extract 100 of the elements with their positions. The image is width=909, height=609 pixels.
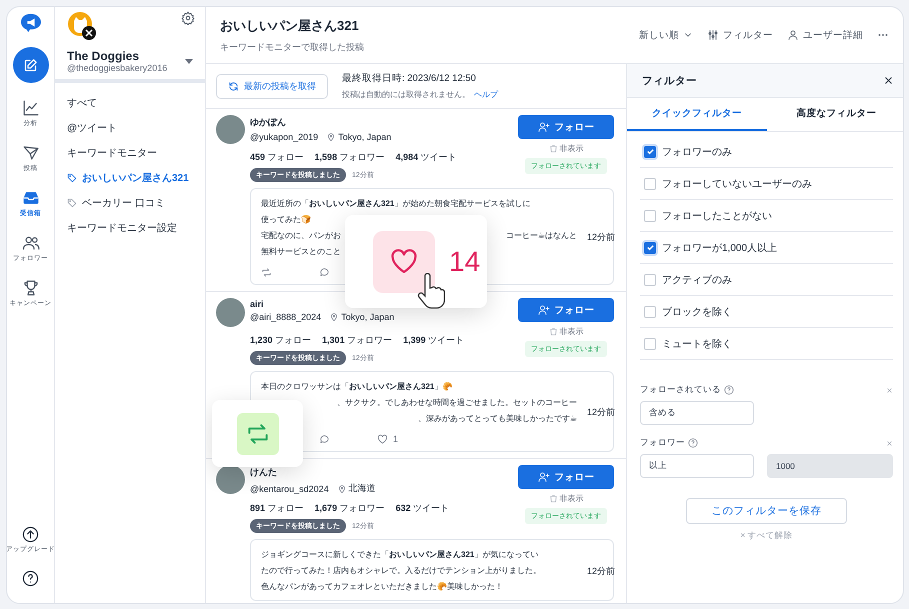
filter-tab[interactable]: クイックフィルター (627, 98, 766, 131)
last-fetched-text: 最終取得日時: 2023/6/12 12:50 (342, 72, 477, 85)
inbox-tray-icon (22, 189, 40, 207)
user-location: 北海道 (348, 482, 376, 495)
close-icon (883, 75, 894, 86)
user-stat: 632 ツイート (396, 502, 450, 515)
user-handle: @kentarou_sd2024 (250, 484, 329, 494)
user-stat: 891 フォロー (250, 502, 304, 515)
sort-button[interactable]: 新しい順 (639, 28, 693, 42)
page-title: おいしいパン屋さん321 (220, 16, 360, 34)
avatar-photo (216, 465, 245, 494)
like-button[interactable]: 1 (377, 434, 435, 444)
user-stat: 4,984 ツイート (396, 151, 457, 164)
sliders-icon (707, 29, 719, 41)
panel-title: フィルター (642, 74, 697, 88)
checkmark-icon (646, 243, 654, 252)
post-text: 使ってみた🍞 (261, 214, 311, 226)
page-subtitle: キーワードモニターで取得した投稿 (220, 40, 364, 54)
dropdown-caret-icon[interactable] (185, 59, 193, 64)
checkbox-label: フォローしていないユーザーのみ (662, 178, 812, 190)
follow-button[interactable]: フォロー (518, 115, 614, 139)
help-button[interactable] (22, 570, 39, 587)
checkbox-label: ブロックを除く (662, 306, 732, 318)
close-icon (886, 440, 893, 446)
settings-icon (181, 11, 195, 25)
field-label: フォロワー (640, 437, 685, 449)
post-time: 12分前 (587, 406, 616, 419)
line-chart-icon (22, 99, 40, 117)
help-icon (688, 438, 698, 448)
location-pin-icon (326, 132, 336, 142)
help-icon (22, 570, 39, 587)
hide-button[interactable]: 非表示 (548, 326, 584, 337)
post-text: 宅配なのに、パンがお (261, 230, 341, 242)
trophy-icon (22, 279, 40, 297)
input-field[interactable]: 含める (640, 401, 754, 425)
dog-avatar-icon (67, 11, 97, 41)
sidebar-item[interactable]: すべて (55, 91, 205, 116)
close-button[interactable] (883, 75, 894, 86)
trash-icon (548, 144, 558, 153)
post-text: コーヒー☕はなんと (506, 230, 577, 242)
post-text: 最近近所の「おいしいパン屋さん321」が始めた朝食宅配サービスを試しに (261, 198, 530, 210)
heart-icon (377, 434, 388, 444)
tag-icon (67, 198, 77, 208)
filter-tab[interactable]: 高度なフィルター (766, 98, 903, 131)
speech-bubble-icon (319, 266, 330, 278)
user-name: airi (250, 299, 265, 309)
user-handle: @yukapon_2019 (250, 132, 318, 142)
add-user-icon (538, 121, 550, 133)
input-field[interactable]: 以上 (640, 454, 754, 478)
user-stat: 1,230 フォロー (250, 334, 312, 347)
avatar-photo (216, 298, 245, 327)
user-stat: 1,598 フォロワー (314, 151, 385, 164)
checkmark-icon (646, 147, 654, 156)
help-icon (724, 385, 734, 395)
pencil-square-icon (23, 58, 38, 72)
user-stat: 459 フォロー (250, 151, 304, 164)
sidebar-item[interactable]: おいしいパン屋さん321 (55, 166, 205, 191)
sidebar-item[interactable]: @ツイート (55, 116, 205, 141)
sidebar-item[interactable]: キーワードモニター設定 (55, 216, 205, 241)
paper-plane-icon (22, 144, 40, 162)
filter-button[interactable]: フィルター (707, 28, 773, 42)
checkbox[interactable] (644, 242, 656, 254)
like-count: 14 (449, 246, 480, 278)
tag-icon (67, 173, 77, 183)
user-stat: 1,679 フォロワー (314, 502, 385, 515)
post-text: 、サクサク。でしあわせな時間を過ごせました。セットのコーヒー (337, 397, 577, 409)
field-label: フォローされている (640, 384, 721, 396)
post-time: 12分前 (587, 231, 616, 244)
user-name: ゆかぽん (250, 116, 287, 129)
post-text: たので行ってみた！店内もオシャレで。入るだけでテンション上がりました。 (261, 565, 541, 577)
user-button[interactable]: ユーザー詳細 (787, 28, 863, 42)
fetch-posts-button[interactable]: 最新の投稿を取得 (216, 74, 328, 98)
checkbox[interactable] (644, 146, 656, 158)
follow-button[interactable]: フォロー (518, 298, 614, 322)
account-name: The Doggies (67, 49, 140, 63)
hide-button[interactable]: 非表示 (548, 493, 584, 504)
checkbox-label: フォローしたことがない (662, 210, 772, 222)
compose-button[interactable] (12, 47, 48, 83)
follow-button[interactable]: フォロー (518, 465, 614, 489)
help-link[interactable]: ヘルプ (474, 90, 498, 99)
post-text: 、深みがあってとっても美味しかったです☕ (418, 413, 577, 425)
hide-button[interactable]: 非表示 (548, 143, 584, 154)
user-location: Tokyo, Japan (341, 312, 394, 322)
sidebar-item[interactable]: キーワードモニター (55, 141, 205, 166)
people-icon (22, 234, 40, 252)
location-pin-icon (329, 312, 340, 322)
fetch-note: 投稿は自動的には取得されません。 (342, 90, 470, 99)
add-user-icon (538, 471, 550, 483)
sidebar-item[interactable]: ベーカリー 口コミ (55, 191, 205, 216)
refresh-icon (228, 80, 239, 92)
post-text: ジョギングコースに新しくできた「おいしいパン屋さん321」が気になってい (261, 549, 538, 561)
trash-icon (548, 494, 558, 503)
post-text: 無料サービスとのこと (261, 246, 341, 258)
checkbox-label: アクティブのみ (662, 274, 732, 286)
user-icon (787, 29, 799, 41)
avatar-photo (216, 115, 245, 144)
user-location: Tokyo, Japan (338, 132, 392, 142)
save-filter-button[interactable]: このフィルターを保存 (686, 498, 847, 524)
retweet-icon (261, 266, 272, 278)
account-handle: @thedoggiesbakery2016 (67, 63, 168, 73)
